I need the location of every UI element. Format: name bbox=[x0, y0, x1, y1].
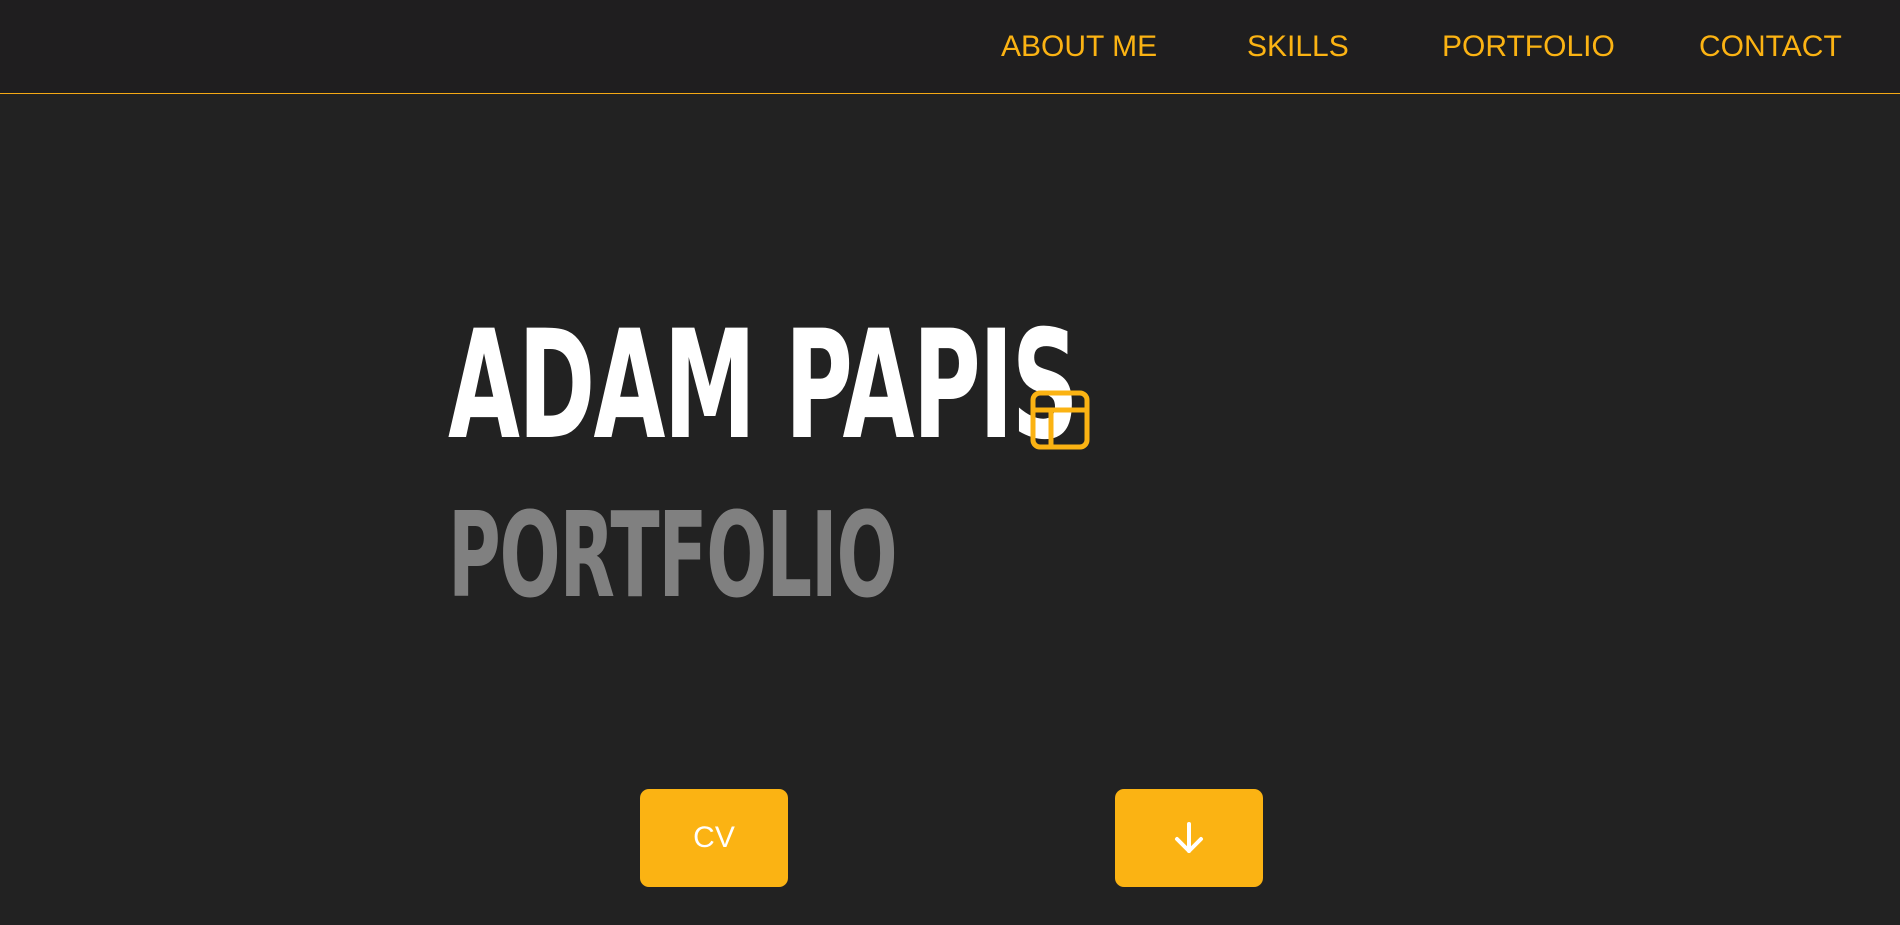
nav-link-portfolio[interactable]: PORTFOLIO bbox=[1442, 30, 1615, 64]
nav-link-about-me[interactable]: ABOUT ME bbox=[1001, 30, 1157, 64]
hero-subtitle: PORTFOLIO bbox=[448, 486, 898, 624]
hero-title: ADAM PAPIS bbox=[448, 299, 1079, 473]
layout-icon bbox=[1030, 390, 1090, 450]
cv-button-label: CV bbox=[693, 821, 735, 854]
hero-title-line: ADAM PAPIS bbox=[448, 299, 1462, 473]
scroll-down-button[interactable] bbox=[1115, 789, 1263, 887]
arrow-down-icon bbox=[1175, 822, 1203, 853]
cv-button[interactable]: CV bbox=[640, 789, 788, 887]
top-navbar: ABOUT ME SKILLS PORTFOLIO CONTACT bbox=[0, 0, 1900, 94]
nav-link-skills[interactable]: SKILLS bbox=[1247, 30, 1349, 64]
nav-link-contact[interactable]: CONTACT bbox=[1699, 30, 1842, 64]
hero-section bbox=[0, 95, 1900, 925]
